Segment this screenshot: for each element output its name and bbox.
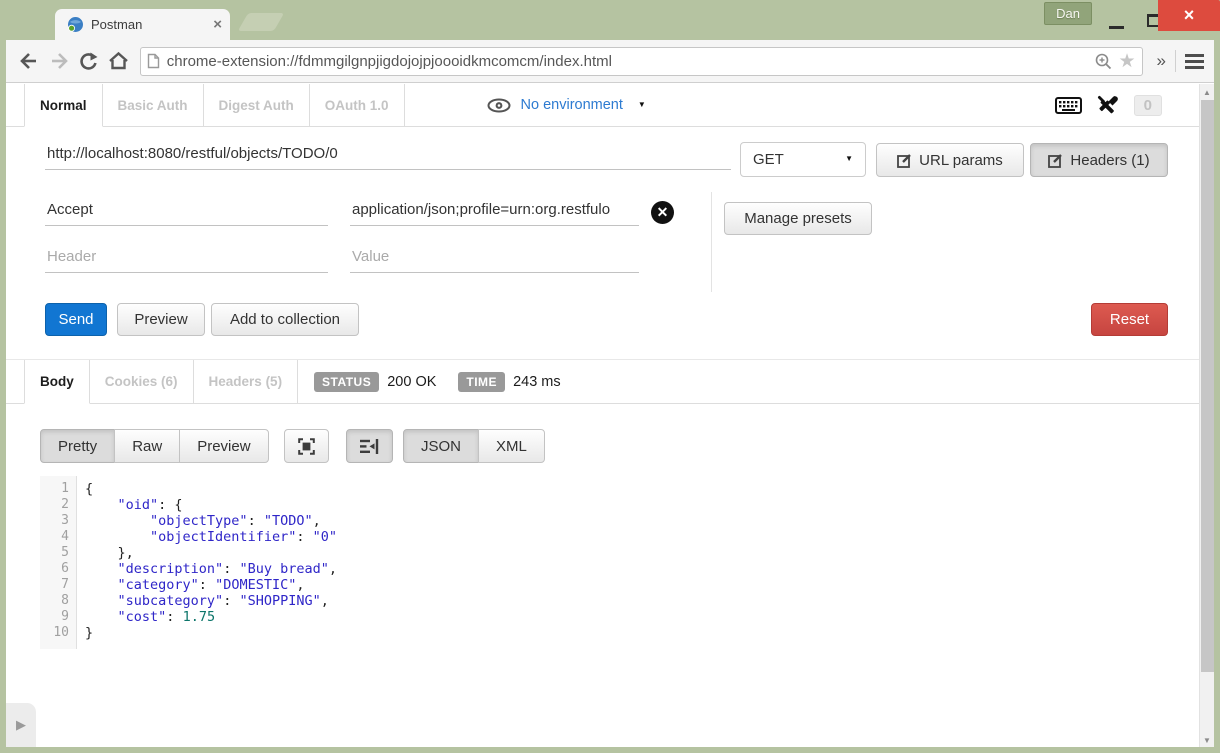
send-button[interactable]: Send	[45, 303, 107, 336]
play-triangle-icon: ▶	[16, 717, 26, 733]
toolbar-divider	[1175, 50, 1176, 72]
pretty-button[interactable]: Pretty	[40, 429, 115, 463]
method-value: GET	[753, 151, 784, 168]
header-key-input[interactable]	[45, 197, 328, 226]
bookmark-star-icon[interactable]: ★	[1119, 50, 1136, 73]
add-to-collection-button[interactable]: Add to collection	[211, 303, 359, 336]
preview-button[interactable]: Preview	[117, 303, 205, 336]
raw-button[interactable]: Raw	[114, 429, 180, 463]
collapse-lines-button[interactable]	[346, 429, 393, 463]
postman-favicon-icon	[67, 16, 84, 33]
close-button[interactable]: ×	[1158, 0, 1220, 31]
status-badge: STATUS	[314, 372, 379, 392]
request-type-tabs: Normal Basic Auth Digest Auth OAuth 1.0 …	[6, 84, 1199, 127]
tab-oauth[interactable]: OAuth 1.0	[310, 84, 405, 126]
header-key-input-empty[interactable]	[45, 244, 328, 273]
expand-response-button[interactable]	[284, 429, 329, 463]
time-value: 243 ms	[513, 374, 561, 390]
address-bar[interactable]: ★	[140, 47, 1143, 76]
response-meta: STATUS 200 OK TIME 243 ms	[314, 372, 575, 392]
tab-close-icon[interactable]: ×	[213, 16, 222, 33]
forward-button[interactable]	[44, 46, 74, 76]
keyboard-shortcuts-icon[interactable]	[1055, 97, 1082, 114]
code-gutter: 12345678910	[40, 476, 77, 649]
tools-icon[interactable]	[1097, 95, 1119, 117]
menu-icon[interactable]	[1185, 54, 1204, 69]
collections-sidebar-toggle[interactable]: ▶	[6, 703, 36, 747]
page-scrollbar[interactable]: ▲ ▼	[1199, 84, 1214, 747]
scroll-down-icon[interactable]: ▼	[1200, 732, 1214, 745]
response-body-viewer[interactable]: 12345678910 { "oid": { "objectType": "TO…	[40, 476, 680, 649]
tab-title: Postman	[91, 17, 213, 32]
postman-app: Normal Basic Auth Digest Auth OAuth 1.0 …	[6, 84, 1214, 747]
response-view-group: Pretty Raw Preview	[40, 429, 269, 463]
fullscreen-icon	[298, 438, 315, 455]
tab-response-headers[interactable]: Headers (5)	[194, 360, 299, 403]
document-icon	[147, 53, 160, 69]
eye-icon	[487, 98, 511, 113]
address-input[interactable]	[167, 53, 1094, 70]
scroll-up-icon[interactable]: ▲	[1200, 84, 1214, 97]
method-select[interactable]: GET ▼	[740, 142, 866, 177]
delete-header-icon[interactable]: ✕	[651, 201, 674, 224]
new-tab-button[interactable]	[238, 13, 284, 31]
response-tabs: Body Cookies (6) Headers (5)	[6, 360, 1199, 404]
json-button[interactable]: JSON	[403, 429, 479, 463]
reset-button[interactable]: Reset	[1091, 303, 1168, 336]
edit-icon	[1048, 153, 1063, 168]
request-url-input[interactable]	[45, 141, 731, 170]
manage-presets-button[interactable]: Manage presets	[724, 202, 872, 235]
url-params-button[interactable]: URL params	[876, 143, 1024, 177]
select-caret-icon: ▼	[845, 154, 853, 163]
headers-divider	[711, 192, 712, 292]
status-value: 200 OK	[387, 374, 436, 390]
preview-view-button[interactable]: Preview	[179, 429, 268, 463]
code-lines: { "oid": { "objectType": "TODO", "object…	[77, 476, 337, 649]
window-titlebar: Postman × Dan ×	[0, 0, 1220, 40]
tab-normal[interactable]: Normal	[24, 84, 103, 127]
xml-button[interactable]: XML	[478, 429, 545, 463]
tab-cookies[interactable]: Cookies (6)	[90, 360, 194, 403]
response-format-group: JSON XML	[403, 429, 545, 463]
top-right-icons: 0	[1055, 84, 1162, 127]
headers-button[interactable]: Headers (1)	[1030, 143, 1168, 177]
indent-icon	[360, 439, 379, 454]
requests-counter-badge[interactable]: 0	[1134, 95, 1162, 116]
browser-toolbar: ★ »	[6, 40, 1214, 83]
scrollbar-thumb[interactable]	[1201, 100, 1214, 672]
reload-button[interactable]	[74, 46, 104, 76]
header-value-input[interactable]	[350, 197, 639, 226]
browser-window-body: ★ » Normal Basic Auth Digest Auth OAuth …	[6, 40, 1214, 747]
zoom-page-icon[interactable]	[1094, 52, 1113, 71]
time-badge: TIME	[458, 372, 505, 392]
extensions-overflow-icon[interactable]: »	[1157, 51, 1164, 71]
browser-profile-name[interactable]: Dan	[1044, 2, 1092, 25]
tab-body[interactable]: Body	[24, 360, 90, 404]
chevron-down-icon: ▼	[638, 100, 646, 109]
edit-icon	[897, 153, 912, 168]
tab-digest-auth[interactable]: Digest Auth	[204, 84, 310, 126]
environment-label[interactable]: No environment	[521, 97, 623, 113]
home-button[interactable]	[104, 46, 134, 76]
header-value-input-empty[interactable]	[350, 244, 639, 273]
environment-selector[interactable]: No environment ▼	[487, 84, 646, 126]
browser-tab[interactable]: Postman ×	[55, 9, 230, 40]
minimize-button[interactable]	[1109, 26, 1124, 29]
tab-basic-auth[interactable]: Basic Auth	[103, 84, 204, 126]
back-button[interactable]	[14, 46, 44, 76]
